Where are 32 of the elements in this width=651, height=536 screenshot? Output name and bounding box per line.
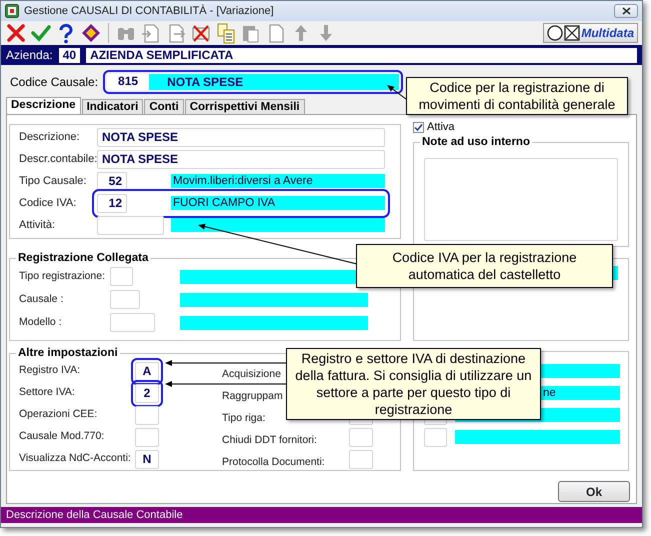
field-label: Causale :	[18, 292, 64, 307]
field-label: Acquisizione	[222, 368, 281, 381]
field-label: Codice Causale:	[10, 74, 98, 90]
lookup-field: FUORI CAMPO IVA	[171, 196, 385, 210]
field-label: Descrizione:	[18, 130, 81, 145]
field-label: Causale Mod.770:	[19, 429, 104, 444]
company-label: Azienda:	[6, 47, 53, 64]
lookup-field: Movim.liberi:diversi a Avere	[171, 174, 385, 188]
field-label: Chiudi DDT fornitori:	[222, 434, 317, 447]
callout-tooltip: Codice per la registrazione di movimenti di contabilità generale	[406, 77, 628, 115]
field-label: Tipo Causale:	[18, 174, 88, 189]
group-title: Registrazione Collegata	[16, 251, 150, 265]
status-bar: Descrizione della Causale Contabile	[1, 507, 642, 523]
checkbox-label: Attiva	[427, 120, 455, 136]
window-title: Gestione CAUSALI DI CONTABILITÀ - [Variazione]	[24, 4, 274, 19]
field-label: Raggruppam	[222, 390, 283, 403]
field-label: Tipo riga:	[222, 412, 266, 425]
group-title: Altre impostazioni	[16, 346, 120, 360]
field-label: Codice IVA:	[18, 196, 78, 211]
field-label: Descr.contabile:	[18, 152, 97, 167]
description-field: NOTA SPESE	[149, 74, 400, 90]
field-label: Settore IVA:	[19, 385, 75, 400]
field-label: Visualizza NdC-Acconti:	[19, 451, 131, 466]
field-label: Registro IVA:	[19, 363, 80, 378]
field-label: Protocolla Documenti:	[222, 456, 325, 469]
field-label: Operazioni CEE:	[19, 407, 98, 422]
field-label: Attività:	[18, 218, 56, 233]
callout-tooltip: Registro e settore IVA di destinazione della fattura. Si consiglia di utilizzare un settore a parte per questo tipo di registrazione	[286, 348, 541, 420]
field-label: Modello :	[18, 314, 63, 330]
callout-tooltip: Codice IVA per la registrazione automatica del castelletto	[356, 244, 613, 288]
brand-name: Multidata	[581, 25, 634, 42]
field-label: Tipo registrazione:	[18, 268, 106, 284]
